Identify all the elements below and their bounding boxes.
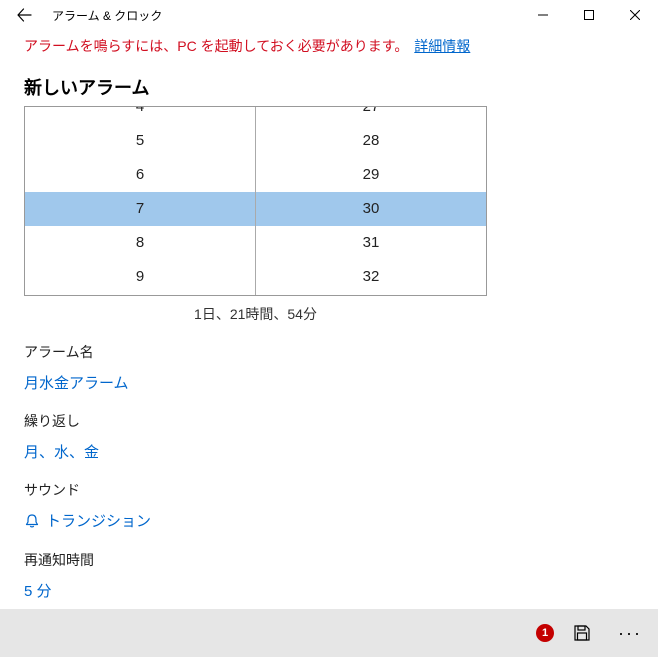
- hour-item[interactable]: 9: [25, 260, 255, 294]
- command-bar: 1 ···: [0, 609, 658, 657]
- minute-item[interactable]: 28: [256, 124, 486, 158]
- hour-item[interactable]: 5: [25, 124, 255, 158]
- hour-item[interactable]: 6: [25, 158, 255, 192]
- more-button[interactable]: ···: [606, 609, 654, 657]
- page-title: 新しいアラーム: [24, 74, 634, 100]
- minimize-button[interactable]: [520, 0, 566, 30]
- hour-item[interactable]: 7: [25, 192, 255, 226]
- minute-item[interactable]: 29: [256, 158, 486, 192]
- bell-icon: [24, 513, 40, 529]
- hour-item[interactable]: 10: [25, 294, 255, 296]
- time-until-label: 1日、21時間、54分: [24, 304, 487, 324]
- maximize-icon: [584, 10, 594, 20]
- alarm-name-value[interactable]: 月水金アラーム: [24, 372, 129, 393]
- window-title: アラーム & クロック: [52, 7, 162, 24]
- minute-item[interactable]: 27: [256, 106, 486, 124]
- time-picker[interactable]: 45678910 27282930313233: [24, 106, 487, 296]
- repeat-label: 繰り返し: [24, 411, 634, 431]
- minimize-icon: [538, 10, 548, 20]
- maximize-button[interactable]: [566, 0, 612, 30]
- minute-item[interactable]: 32: [256, 260, 486, 294]
- arrow-left-icon: [16, 7, 32, 23]
- hour-item[interactable]: 4: [25, 106, 255, 124]
- hour-item[interactable]: 8: [25, 226, 255, 260]
- minute-item[interactable]: 33: [256, 294, 486, 296]
- ellipsis-icon: ···: [618, 624, 642, 642]
- close-button[interactable]: [612, 0, 658, 30]
- save-icon: [573, 624, 591, 642]
- save-button[interactable]: [558, 609, 606, 657]
- annotation-badge: 1: [536, 624, 554, 642]
- close-icon: [630, 10, 640, 20]
- info-link[interactable]: 詳細情報: [414, 38, 470, 54]
- sound-value-text: トランジション: [46, 510, 151, 531]
- snooze-label: 再通知時間: [24, 550, 634, 570]
- repeat-value[interactable]: 月、水、金: [24, 441, 99, 462]
- snooze-value[interactable]: 5 分: [24, 580, 52, 601]
- info-bar: アラームを鳴らすには、PC を起動しておく必要があります。 詳細情報: [0, 30, 658, 64]
- minute-column[interactable]: 27282930313233: [255, 107, 486, 295]
- info-message: アラームを鳴らすには、PC を起動しておく必要があります。: [24, 38, 408, 54]
- sound-value[interactable]: トランジション: [24, 510, 151, 531]
- back-button[interactable]: [0, 0, 48, 30]
- minute-item[interactable]: 30: [256, 192, 486, 226]
- sound-label: サウンド: [24, 480, 634, 500]
- minute-item[interactable]: 31: [256, 226, 486, 260]
- hour-column[interactable]: 45678910: [25, 107, 255, 295]
- alarm-name-label: アラーム名: [24, 342, 634, 362]
